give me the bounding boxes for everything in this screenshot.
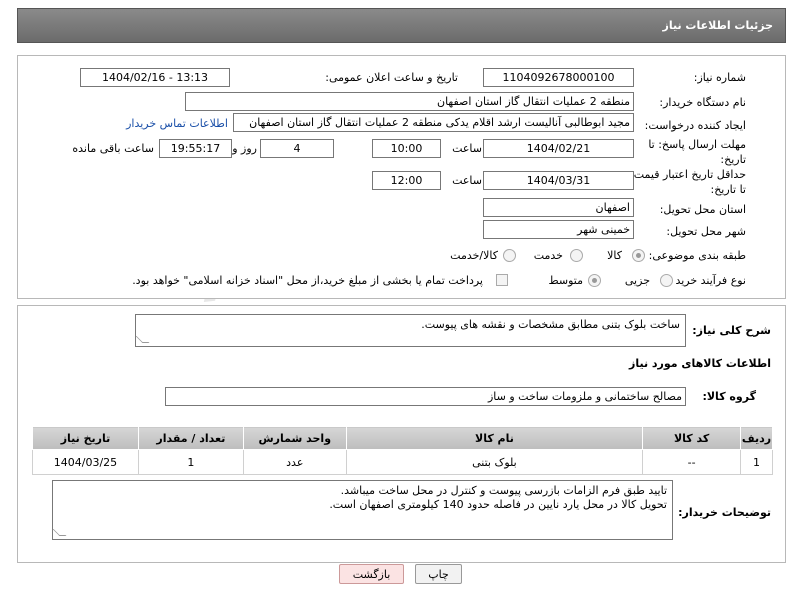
city-label: شهر محل تحویل:: [666, 225, 746, 238]
page-header: جزئیات اطلاعات نیاز: [17, 8, 786, 43]
print-button[interactable]: چاپ: [415, 564, 462, 584]
days-label: روز و: [232, 142, 257, 155]
treasury-payment-note: پرداخت تمام یا بخشی از مبلغ خرید،از محل …: [132, 274, 483, 287]
table-row[interactable]: 1 -- بلوک بتنی عدد 1 1404/03/25: [32, 449, 773, 475]
col-goods-name: نام کالا: [345, 426, 644, 450]
remaining-time-field[interactable]: 19:55:17: [159, 139, 232, 158]
cell-need-date: 1404/03/25: [32, 449, 139, 475]
cell-quantity: 1: [137, 449, 244, 475]
process-medium-radio[interactable]: [588, 274, 601, 287]
buyer-contact-link[interactable]: اطلاعات تماس خریدار: [126, 117, 228, 130]
col-row-index: ردیف: [740, 426, 773, 450]
goods-group-field[interactable]: مصالح ساختمانی و ملزومات ساخت و ساز: [165, 387, 686, 406]
col-goods-code: کد کالا: [642, 426, 742, 450]
reply-time-label: ساعت: [452, 142, 482, 155]
buyer-notes-line-1: تایید طبق فرم الزامات بازرسی پیوست و کنت…: [340, 484, 667, 497]
description-text: ساخت بلوک بتنی مطابق مشخصات و نقشه های پ…: [421, 318, 680, 331]
category-goods-radio[interactable]: [632, 249, 645, 262]
process-medium-label: متوسط: [548, 274, 583, 287]
reply-time-field[interactable]: 10:00: [372, 139, 441, 158]
category-goods-service-label: کالا/خدمت: [450, 249, 498, 262]
goods-section-title: اطلاعات کالاهای مورد نیاز: [629, 357, 771, 370]
cell-unit: عدد: [242, 449, 347, 475]
process-label: نوع فرآیند خرید :: [668, 274, 746, 287]
back-button[interactable]: بازگشت: [339, 564, 404, 584]
price-validity-label: حداقل تاریخ اعتبار قیمت: تا تاریخ:: [630, 168, 746, 196]
creator-field[interactable]: مجید ابوطالبی آنالیست ارشد اقلام یدکی من…: [233, 113, 634, 132]
buyer-notes-textarea[interactable]: تایید طبق فرم الزامات بازرسی پیوست و کنت…: [52, 480, 673, 540]
description-textarea[interactable]: ساخت بلوک بتنی مطابق مشخصات و نقشه های پ…: [135, 314, 686, 347]
province-label: استان محل تحویل:: [659, 203, 746, 216]
category-service-radio[interactable]: [570, 249, 583, 262]
price-validity-date-field[interactable]: 1404/03/31: [483, 171, 634, 190]
col-quantity: تعداد / مقدار: [137, 426, 244, 450]
cell-goods-code: --: [642, 449, 742, 475]
process-minor-radio[interactable]: [660, 274, 673, 287]
col-need-date: تاریخ نیاز: [32, 426, 139, 450]
announce-date-field[interactable]: 1404/02/16 - 13:13: [80, 68, 230, 87]
reply-deadline-label: مهلت ارسال پاسخ: تا تاریخ:: [648, 138, 746, 166]
buyer-org-field[interactable]: منطقه 2 عملیات انتقال گاز استان اصفهان: [185, 92, 634, 111]
announce-date-label: تاریخ و ساعت اعلان عمومی:: [325, 71, 458, 84]
creator-label: ایجاد کننده درخواست:: [644, 119, 746, 132]
reply-date-field[interactable]: 1404/02/21: [483, 139, 634, 158]
province-field[interactable]: اصفهان: [483, 198, 634, 217]
category-goods-service-radio[interactable]: [503, 249, 516, 262]
description-label: شرح کلی نیاز:: [692, 324, 771, 337]
category-label: طبقه بندی موضوعی:: [648, 249, 746, 262]
treasury-payment-checkbox[interactable]: [496, 274, 508, 286]
goods-table-header: ردیف کد کالا نام کالا واحد شمارش تعداد /…: [32, 426, 773, 450]
cell-goods-name: بلوک بتنی: [345, 449, 644, 475]
buyer-notes-label: توضیحات خریدار:: [678, 506, 771, 519]
remaining-days-field[interactable]: 4: [260, 139, 334, 158]
page-title: جزئیات اطلاعات نیاز: [662, 19, 774, 32]
city-field[interactable]: خمینی شهر: [483, 220, 634, 239]
col-unit: واحد شمارش: [242, 426, 347, 450]
goods-table: ردیف کد کالا نام کالا واحد شمارش تعداد /…: [32, 426, 773, 475]
goods-group-label: گروه کالا:: [702, 390, 756, 403]
buyer-notes-line-2: تحویل کالا در محل یارد نایین در فاصله حد…: [329, 498, 667, 511]
category-service-label: خدمت: [533, 249, 563, 262]
price-validity-time-label: ساعت: [452, 174, 482, 187]
category-goods-label: کالا: [607, 249, 622, 262]
need-number-label: شماره نیاز:: [693, 71, 746, 84]
cell-row-index: 1: [740, 449, 773, 475]
process-minor-label: جزیی: [624, 274, 650, 287]
price-validity-time-field[interactable]: 12:00: [372, 171, 441, 190]
remaining-time-label: ساعت باقی مانده: [72, 142, 154, 155]
need-number-field[interactable]: 1104092678000100: [483, 68, 634, 87]
buyer-org-label: نام دستگاه خریدار:: [659, 96, 746, 109]
